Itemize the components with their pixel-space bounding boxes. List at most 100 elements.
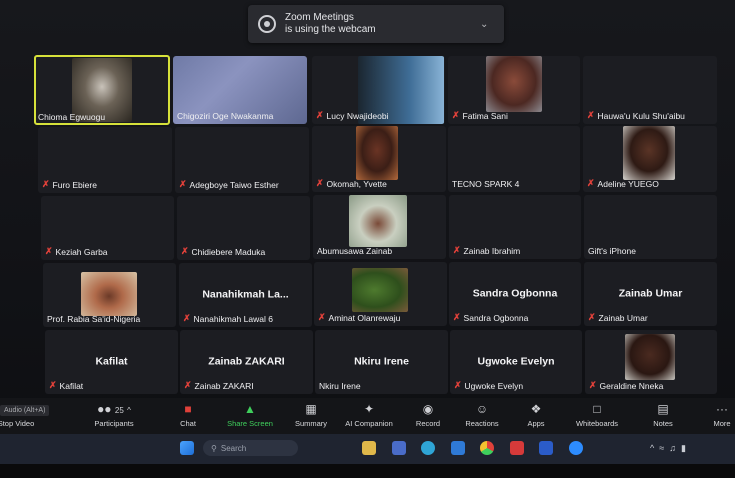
participant-name: Adeline YUEGO <box>597 178 659 189</box>
chat-bubble-icon: ■ <box>184 402 192 416</box>
mic-muted-icon: ✗ <box>316 110 324 120</box>
participant-tile[interactable]: ✗ Okomah, Yvette <box>312 126 446 192</box>
participant-tile[interactable]: Chioma Egwuogu <box>34 55 170 125</box>
meeting-toolbar: ▶ Stop Video ●● 25 ^ Participants ■ Chat… <box>0 398 735 434</box>
more-button[interactable]: ··· More <box>692 398 735 429</box>
zoom-icon[interactable] <box>569 441 583 455</box>
zoom-meeting-window: Zoom Meetings is using the webcam ⌄ Chio… <box>0 0 735 478</box>
participant-video <box>623 126 675 180</box>
participant-tile[interactable]: ✗ Furo Ebiere <box>38 127 172 193</box>
participant-video <box>625 334 675 380</box>
system-tray[interactable]: ^ ≈ ♫ ▮ <box>650 443 686 454</box>
participant-tile[interactable]: Abumusawa Zainab <box>313 195 446 259</box>
participant-name: TECNO SPARK 4 <box>452 179 520 189</box>
participant-tile[interactable]: ✗ Fatima Sani <box>448 56 580 124</box>
pdf-icon[interactable] <box>510 441 524 455</box>
apps-icon: ❖ <box>530 402 542 416</box>
participant-name: Keziah Garba <box>55 246 108 257</box>
taskbar-search[interactable]: ⚲ Search <box>203 440 298 456</box>
notification-title: Zoom Meetings <box>285 12 354 23</box>
participant-name: Furo Ebiere <box>52 179 97 190</box>
participant-video <box>349 195 407 247</box>
share-arrow-icon: ▲ <box>244 402 256 416</box>
participant-display-name: Nanahikmah La... <box>202 288 289 301</box>
mail-icon[interactable] <box>451 441 465 455</box>
participant-tile[interactable]: TECNO SPARK 4 <box>448 126 580 192</box>
chevron-down-icon[interactable]: ⌄ <box>480 19 494 30</box>
participant-tile[interactable]: Kafilat ✗ Kafilat <box>45 330 178 394</box>
mic-muted-icon: ✗ <box>587 110 595 120</box>
mic-muted-icon: ✗ <box>453 245 461 255</box>
participants-icon: ●● <box>97 402 112 416</box>
participant-name: Zainab Ibrahim <box>463 245 521 256</box>
participant-tile[interactable]: Zainab ZAKARI ✗ Zainab ZAKARI <box>180 330 313 394</box>
more-dots-icon: ··· <box>716 402 728 416</box>
participant-video <box>486 56 542 112</box>
edge-icon[interactable] <box>421 441 435 455</box>
participant-name: Zainab ZAKARI <box>194 380 254 391</box>
mic-muted-icon: ✗ <box>45 246 53 256</box>
participant-tile[interactable]: ✗ Zainab Ibrahim <box>449 195 581 259</box>
notes-icon: ▤ <box>657 402 669 416</box>
chevron-up-icon[interactable]: ^ <box>127 406 131 415</box>
ai-companion-button[interactable]: ✦ AI Companion <box>339 398 399 429</box>
record-button[interactable]: ◉ Record <box>398 398 458 429</box>
summary-icon: ▦ <box>305 402 317 416</box>
chevron-up-icon[interactable]: ^ <box>650 443 654 453</box>
participant-display-name: Sandra Ogbonna <box>472 287 558 300</box>
mic-muted-icon: ✗ <box>42 179 50 189</box>
mic-muted-icon: ✗ <box>454 380 462 390</box>
battery-icon: ▮ <box>680 443 686 453</box>
participant-tile[interactable]: ✗ Chidiebere Maduka <box>177 196 310 260</box>
participant-tile[interactable]: Zainab Umar ✗ Zainab Umar <box>584 262 717 326</box>
audio-tooltip: Audio (Alt+A) <box>0 405 50 416</box>
record-icon: ◉ <box>422 402 434 416</box>
participant-video <box>352 268 408 312</box>
mic-muted-icon: ✗ <box>588 312 596 322</box>
participant-tile[interactable]: Gift's iPhone <box>584 195 717 259</box>
participant-tile[interactable]: ✗ Adegboye Taiwo Esther <box>175 127 309 193</box>
participant-tile[interactable]: Chigoziri Oge Nwakanma <box>173 56 307 124</box>
participant-name: Kafilat <box>59 380 84 391</box>
mic-muted-icon: ✗ <box>587 178 595 188</box>
speaker-icon: ♫ <box>669 443 676 453</box>
webcam-icon <box>258 15 276 33</box>
participant-name: Okomah, Yvette <box>326 178 387 189</box>
participant-tile[interactable]: Ugwoke Evelyn ✗ Ugwoke Evelyn <box>450 330 582 394</box>
participant-tile[interactable]: ✗ Adeline YUEGO <box>583 126 717 192</box>
participant-tile[interactable]: Nanahikmah La... ✗ Nanahikmah Lawal 6 <box>179 263 312 327</box>
participant-name: Gift's iPhone <box>588 246 636 256</box>
participant-tile[interactable]: ✗ Aminat Olanrewaju <box>314 262 447 326</box>
app-icon[interactable] <box>392 441 406 455</box>
notes-button[interactable]: ▤ Notes <box>633 398 693 429</box>
mic-muted-icon: ✗ <box>316 178 324 188</box>
mic-muted-icon: ✗ <box>179 179 187 189</box>
mic-muted-icon: ✗ <box>589 380 597 390</box>
participant-name: Zainab Umar <box>598 312 648 323</box>
whiteboard-icon: □ <box>593 402 601 416</box>
reactions-button[interactable]: ☺ Reactions <box>452 398 512 429</box>
mic-muted-icon: ✗ <box>49 380 57 390</box>
webcam-notification[interactable]: Zoom Meetings is using the webcam ⌄ <box>248 5 504 43</box>
apps-button[interactable]: ❖ Apps <box>506 398 566 429</box>
participant-name: Chioma Egwuogu <box>38 112 106 122</box>
chrome-icon[interactable] <box>480 441 494 455</box>
participant-tile[interactable]: Sandra Ogbonna ✗ Sandra Ogbonna <box>449 262 581 326</box>
windows-start-icon[interactable] <box>180 441 194 455</box>
word-icon[interactable] <box>539 441 553 455</box>
participant-display-name: Nkiru Irene <box>354 355 409 368</box>
participant-tile[interactable]: Nkiru Irene Nkiru Irene <box>315 330 448 394</box>
participant-tile[interactable]: ✗ Hauwa'u Kulu Shu'aibu <box>583 56 717 124</box>
participants-button[interactable]: ●● 25 ^ Participants <box>84 398 144 429</box>
participant-video <box>356 126 398 180</box>
participant-name: Nanahikmah Lawal 6 <box>193 313 273 324</box>
participant-tile[interactable]: ✗ Keziah Garba <box>41 196 174 260</box>
participant-tile[interactable]: ✗ Geraldine Nneka <box>585 330 717 394</box>
file-explorer-icon[interactable] <box>362 441 376 455</box>
summary-button[interactable]: ▦ Summary <box>281 398 341 429</box>
participant-tile[interactable]: Prof. Rabia Sa'id-Nigeria <box>43 263 176 327</box>
chat-button[interactable]: ■ Chat <box>158 398 218 429</box>
participant-tile[interactable]: ✗ Lucy Nwajideobi <box>312 56 445 124</box>
whiteboards-button[interactable]: □ Whiteboards <box>567 398 627 429</box>
share-screen-button[interactable]: ▲ Share Screen <box>220 398 280 429</box>
